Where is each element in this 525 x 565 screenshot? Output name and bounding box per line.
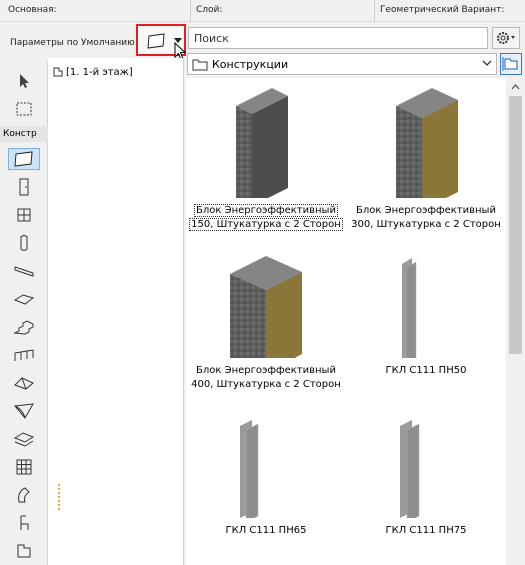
gallery-item-caption: ГКЛ С111 ПН75 xyxy=(385,525,467,536)
tool-zone[interactable] xyxy=(8,540,40,562)
curtain-wall-icon xyxy=(16,459,32,475)
railing-icon xyxy=(14,349,34,361)
door-icon xyxy=(19,178,29,196)
header-row: Основная: Слой: Геометрический Вариант: xyxy=(0,0,525,22)
folder-icon xyxy=(192,59,208,71)
tool-slab[interactable] xyxy=(8,288,40,310)
marquee-icon xyxy=(16,102,32,116)
gallery-item-caption: Блок Энергоэффективный 400, Штукатурка с … xyxy=(191,365,341,390)
tool-stair[interactable] xyxy=(8,316,40,338)
folder-label: Конструкции xyxy=(212,57,289,71)
roof-icon xyxy=(14,377,34,390)
tool-shell[interactable] xyxy=(8,400,40,422)
wall-icon xyxy=(14,151,33,167)
tool-column[interactable] xyxy=(8,232,40,254)
wall-icon xyxy=(147,33,165,49)
chevron-down-icon xyxy=(482,60,492,66)
tool-arrow[interactable] xyxy=(8,70,40,92)
tool-mesh[interactable] xyxy=(8,428,40,450)
scroll-up-button[interactable] xyxy=(506,78,525,95)
gallery-item-caption: ГКЛ С111 ПН50 xyxy=(385,365,467,376)
object-icon xyxy=(20,515,29,530)
tool-railing[interactable] xyxy=(8,344,40,366)
shell-icon xyxy=(14,403,34,419)
search-box[interactable] xyxy=(188,27,488,49)
gallery-item[interactable]: ГКЛ С111 ПН65 xyxy=(186,398,346,563)
search-input[interactable] xyxy=(189,28,487,48)
gallery-item[interactable]: Блок Энергоэффективный 400, Штукатурка с … xyxy=(186,238,346,403)
zone-icon xyxy=(17,544,31,558)
tool-roof[interactable] xyxy=(8,372,40,394)
gallery-item[interactable]: ГКЛ С111 ПН75 xyxy=(346,398,506,563)
arrow-select-icon xyxy=(20,74,29,88)
gypsum-50-icon xyxy=(402,258,417,358)
slab-icon xyxy=(13,294,35,305)
gear-icon xyxy=(497,32,515,44)
stair-icon xyxy=(13,320,34,335)
section-label: Констр xyxy=(0,126,48,142)
tool-curtain-wall[interactable] xyxy=(8,456,40,478)
brick-300-icon xyxy=(396,88,458,198)
tree-item-label: [1. 1-й этаж] xyxy=(66,66,133,78)
navigator-tree: [1. 1-й этаж] xyxy=(48,58,184,565)
gallery-item[interactable]: Блок Энергоэффективный 150, Штукатурка с … xyxy=(186,78,346,243)
basic-label: Основная: xyxy=(8,5,57,15)
folder-tree-icon xyxy=(502,57,518,71)
geometry-label: Геометрический Вариант: xyxy=(380,5,505,15)
folder-view-button[interactable] xyxy=(500,53,522,75)
tool-beam[interactable] xyxy=(8,260,40,282)
scroll-thumb[interactable] xyxy=(509,96,522,354)
column-icon xyxy=(20,235,28,251)
tool-object[interactable] xyxy=(8,512,40,534)
chevron-up-icon xyxy=(511,83,520,89)
defaults-label: Параметры по Умолчанию xyxy=(10,38,135,48)
layer-label: Слой: xyxy=(196,5,223,15)
tree-item-story[interactable]: [1. 1-й этаж] xyxy=(52,66,133,78)
brick-400-icon xyxy=(230,256,302,358)
beam-icon xyxy=(14,266,34,277)
tool-marquee[interactable] xyxy=(8,98,40,120)
mesh-icon xyxy=(13,432,35,447)
brick-150-icon xyxy=(236,88,288,198)
gypsum-65-icon xyxy=(240,420,259,518)
gallery-item-caption: ГКЛ С111 ПН65 xyxy=(225,525,307,536)
toolbox: Констр xyxy=(0,62,48,565)
splitter-grip[interactable] xyxy=(58,484,60,510)
gypsum-75-icon xyxy=(400,420,420,518)
gallery-scrollbar[interactable] xyxy=(506,78,525,565)
search-settings-button[interactable] xyxy=(492,27,520,49)
morph-icon xyxy=(18,487,30,503)
tool-morph[interactable] xyxy=(8,484,40,506)
folder-dropdown[interactable]: Конструкции xyxy=(187,53,497,75)
story-icon xyxy=(53,67,63,77)
gallery-item-caption: Блок Энергоэффективный 300, Штукатурка с … xyxy=(351,205,501,230)
tool-window[interactable] xyxy=(8,204,40,226)
window-icon xyxy=(17,208,31,222)
gallery-grid: Блок Энергоэффективный 150, Штукатурка с … xyxy=(186,78,506,565)
gallery-item[interactable]: Блок Энергоэффективный 300, Штукатурка с … xyxy=(346,78,506,243)
gallery-item-caption: Блок Энергоэффективный 150, Штукатурка с … xyxy=(189,204,343,231)
gallery-item[interactable]: ГКЛ С111 ПН50 xyxy=(346,238,506,403)
tool-wall[interactable] xyxy=(8,148,40,170)
tool-door[interactable] xyxy=(8,176,40,198)
